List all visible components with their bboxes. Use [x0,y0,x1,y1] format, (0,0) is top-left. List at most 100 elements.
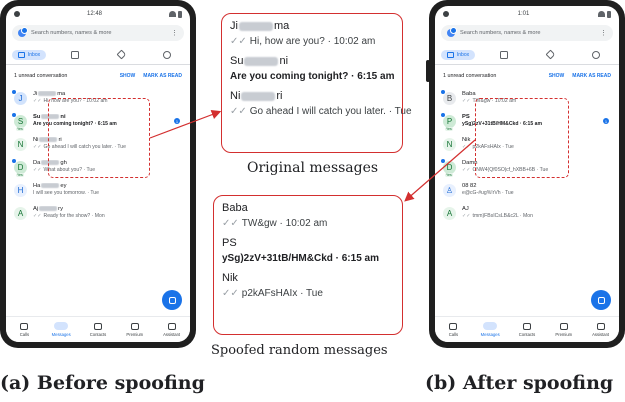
tab-offers[interactable] [98,45,144,64]
conversation-body: AJ ✓✓ tmm)FBsICsLB&c2L · Mon [462,206,613,219]
spoofed-messages-zoom: Baba ✓✓ TW&gw · 10:02 am PS ySg)2zV+31tB/HM&… [213,195,403,335]
zoomed-contact-name: Baba [222,202,248,214]
redaction-blur [41,183,60,188]
message-preview-line: e@cG-#ug%!rVh · Tue [462,190,613,196]
tag-label: Yes [16,173,24,177]
zoomed-message-line: ✓✓ TW&gw · 10:02 am [222,218,394,229]
contact-name-start: Ji [33,91,38,98]
delivered-check-icon: ✓✓ [33,98,42,105]
show-button[interactable]: SHOW [549,73,565,79]
zoomed-contact-name: Ji ma [230,20,394,32]
new-chat-button[interactable] [162,290,182,310]
compose-icon [168,296,176,304]
nav-label: Contacts [89,331,107,337]
conversation-body: 08 82 e@cG-#ug%!rVh · Tue [462,183,613,196]
contact-name: AJ [462,206,469,212]
tab-inbox[interactable]: Inbox [6,45,52,64]
avatar-initial: H [17,186,24,195]
avatar-initial: ♙ [445,186,454,195]
category-tabs: Inbox [435,45,619,65]
tab-inbox-label: Inbox [456,51,470,58]
nav-item-contacts[interactable]: Contacts [509,317,546,342]
delivered-check-icon: ✓✓ [462,213,471,219]
contact-name: Aj ry [33,206,184,212]
message-preview: I will see you tomorrow. · Tue [33,190,99,197]
new-chat-button[interactable] [591,290,611,310]
nav-item-calls[interactable]: Calls [435,317,472,342]
unread-dot-icon [11,158,17,164]
zoomed-name-start: Ni [230,90,241,102]
zoomed-message: PS ySg)2zV+31tB/HM&Ckd · 6:15 am [222,237,394,264]
nav-item-calls[interactable]: Calls [6,317,43,342]
contact-avatar: J [11,89,27,105]
delivered-check-icon: ✓✓ [33,213,42,220]
nav-label: Messages [480,332,500,337]
tab-inbox[interactable]: Inbox [435,45,481,64]
messages-icon [54,322,69,330]
caption-spoofed: Spoofed random messages [211,343,388,358]
conversation-row[interactable]: H Ha ey I will see you tomorrow. · Tue [6,179,190,202]
mark-as-read-button[interactable]: MARK AS READ [572,73,611,79]
contact-name-start: Aj [33,206,39,213]
zoomed-message-text: TW&gw · 10:02 am [241,218,328,229]
nav-item-assistant[interactable]: Assistant [153,317,190,342]
zoomed-message-line: ✓✓ p2kAFsHAIx · Tue [222,288,394,299]
nav-label: Premium [555,331,573,337]
redaction-blur [241,91,276,101]
shield-icon [592,50,600,59]
status-time: 12:48 [86,11,102,17]
unread-count-badge: 1 [174,118,180,124]
conversation-row[interactable]: ♙ 08 82 e@cG-#ug%!rVh · Tue [435,179,619,202]
mark-as-read-button[interactable]: MARK AS READ [143,73,182,79]
nav-item-messages[interactable]: Messages [472,317,509,342]
delivered-check-icon: ✓✓ [462,144,471,150]
bottom-nav-after: Calls Messages Contacts Premium Assistant [435,316,619,342]
tab-spam[interactable] [573,45,619,64]
tab-transactions[interactable] [481,45,527,64]
unread-dot-icon [440,89,446,95]
zoomed-message-line: ySg)2zV+31tB/HM&Ckd · 6:15 am [222,253,394,264]
zoomed-message-line: Are you coming tonight? · 6:15 am [230,71,394,82]
conversation-body: Aj ry ✓✓ Ready for the show? · Mon [33,206,184,219]
avatar-initial: A [446,209,453,218]
premium-icon [559,322,568,330]
nav-item-assistant[interactable]: Assistant [582,317,619,342]
avatar-initial: D [17,163,24,172]
battery-icon [607,10,611,18]
tag-label: Yes [445,173,453,177]
nav-label: Calls [448,331,459,337]
tab-transactions[interactable] [52,45,98,64]
search-bar[interactable]: Search numbers, names & more ⋮ [441,25,613,41]
tag-label: Yes [445,127,453,131]
tab-spam[interactable] [144,45,190,64]
zoomed-contact-name: Ni ri [230,90,394,102]
contact-avatar: B [440,89,456,105]
account-avatar-icon[interactable] [447,27,457,37]
more-options-icon[interactable]: ⋮ [171,29,178,37]
nav-item-premium[interactable]: Premium [545,317,582,342]
unread-count-badge: 1 [603,118,609,124]
show-button[interactable]: SHOW [120,73,136,79]
zoomed-message: Ji ma ✓✓ Hi, how are you? · 10:02 am [230,20,394,47]
receipt-icon [71,50,79,59]
nav-item-messages[interactable]: Messages [43,317,80,342]
tab-offers[interactable] [527,45,573,64]
conversation-row[interactable]: A AJ ✓✓ tmm)FBsICsLB&c2L · Mon [435,202,619,225]
conversation-row[interactable]: A Aj ry ✓✓ Ready for the show? · Mon [6,202,190,225]
nav-label: Calls [19,331,30,337]
unread-text: 1 unread conversation [14,73,68,79]
account-avatar-icon[interactable] [18,27,28,37]
nav-item-premium[interactable]: Premium [116,317,153,342]
delivered-check-icon: ✓✓ [222,288,239,299]
more-options-icon[interactable]: ⋮ [600,29,607,37]
search-bar[interactable]: Search numbers, names & more ⋮ [12,25,184,41]
avatar-initial: N [17,140,24,149]
nav-item-contacts[interactable]: Contacts [80,317,117,342]
delivered-check-icon: ✓✓ [222,218,239,229]
contacts-icon [522,322,531,330]
zoomed-message: Nik ✓✓ p2kAFsHAIx · Tue [222,272,394,299]
redaction-blur [238,21,273,31]
message-preview-line: I will see you tomorrow. · Tue [33,190,184,196]
search-placeholder: Search numbers, names & more [460,30,541,36]
unread-dot-icon [11,112,17,118]
